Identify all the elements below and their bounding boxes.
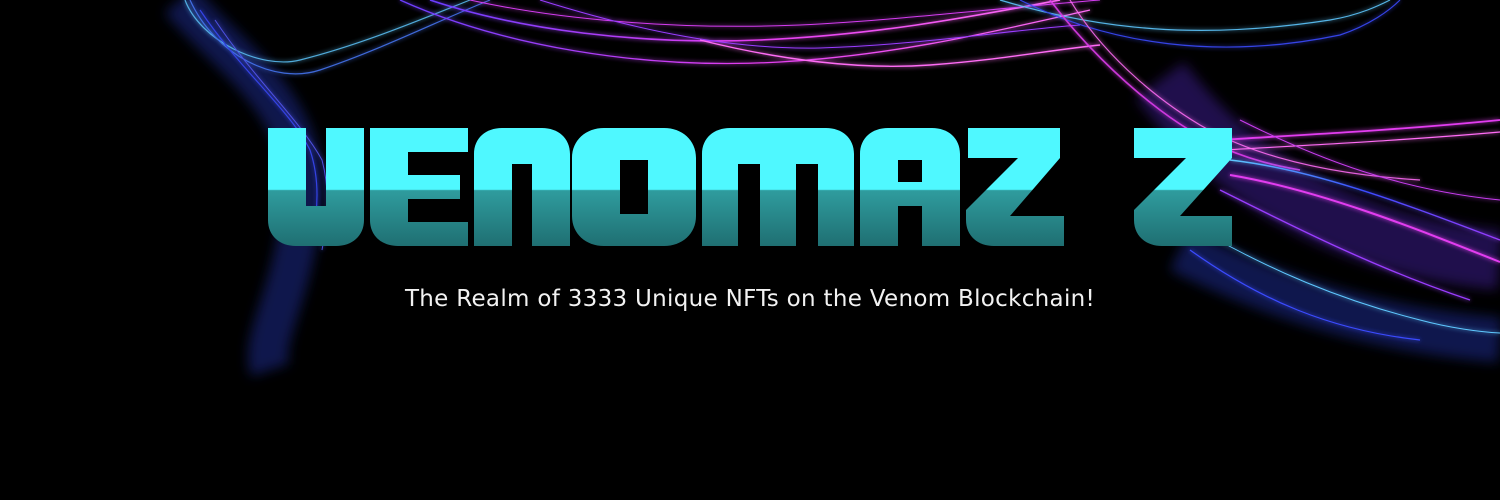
abstract-wave-background <box>164 0 1500 377</box>
banner: VENOMAZZ The Realm of 3333 Unique NFTs o… <box>0 0 1500 500</box>
venomazz-logo <box>268 128 1232 246</box>
tagline: The Realm of 3333 Unique NFTs on the Ven… <box>404 286 1096 312</box>
